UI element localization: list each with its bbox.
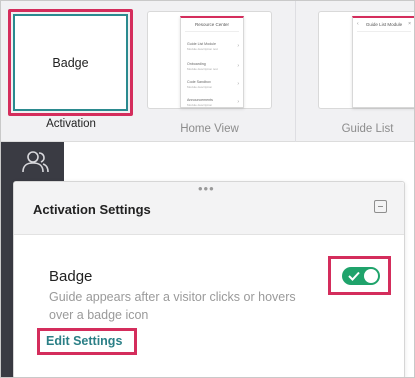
list-item: Code Sandbox Module description › [187, 80, 239, 89]
edit-settings-highlight: Edit Settings [37, 328, 137, 355]
edit-settings-link[interactable]: Edit Settings [46, 334, 122, 348]
layout-option-activation[interactable]: Badge Activation [1, 1, 141, 142]
home-view-thumbnail[interactable]: Resource Center Guide List Module Module… [147, 11, 272, 109]
panel-header: ••• Activation Settings [14, 182, 404, 235]
chevron-right-icon: › [237, 99, 239, 105]
chevron-right-icon: › [237, 63, 239, 69]
guide-list-caption: Guide List [341, 123, 394, 135]
selection-highlight: Badge [8, 9, 133, 116]
divider [185, 31, 239, 32]
guide-list-thumbnail[interactable]: ‹ Guide List Module × [318, 11, 414, 109]
activation-settings-panel: ••• Activation Settings Badge Guide appe… [13, 181, 405, 377]
drag-handle-icon[interactable]: ••• [198, 182, 215, 195]
panel-title: Activation Settings [33, 202, 151, 217]
list-item: Onboarding Module description text › [187, 62, 239, 71]
toggle-knob [364, 269, 378, 283]
mini-modal-title: Resource Center [194, 22, 230, 27]
check-icon [348, 271, 360, 281]
list-item: Guide List Module Module description tex… [187, 42, 239, 51]
activation-caption: Activation [46, 118, 96, 130]
badge-thumbnail[interactable]: Badge [13, 14, 128, 111]
chevron-right-icon: › [237, 81, 239, 87]
divider [357, 31, 411, 32]
collapse-icon[interactable] [374, 200, 387, 213]
users-icon[interactable] [21, 150, 49, 174]
chevron-right-icon: › [237, 43, 239, 49]
option-title: Badge [49, 268, 93, 285]
home-view-caption: Home View [180, 123, 239, 135]
layout-option-home-view[interactable]: Resource Center Guide List Module Module… [141, 1, 295, 142]
badge-thumbnail-label: Badge [52, 55, 89, 70]
close-icon: × [408, 21, 411, 27]
layout-option-guide-list[interactable]: ‹ Guide List Module × Guide List [295, 1, 414, 142]
toggle-highlight [328, 256, 391, 295]
app-root: Badge Activation Resource Center Guide L… [0, 0, 415, 378]
list-item: Announcements Module description › [187, 98, 239, 107]
mini-guide-list-modal: ‹ Guide List Module × [352, 16, 414, 108]
badge-toggle[interactable] [342, 267, 380, 285]
mini-resource-center: Resource Center Guide List Module Module… [180, 16, 244, 108]
layout-thumbnail-strip: Badge Activation Resource Center Guide L… [1, 1, 414, 142]
mini-modal-title: Guide List Module [365, 22, 403, 27]
option-description: Guide appears after a visitor clicks or … [49, 290, 296, 322]
